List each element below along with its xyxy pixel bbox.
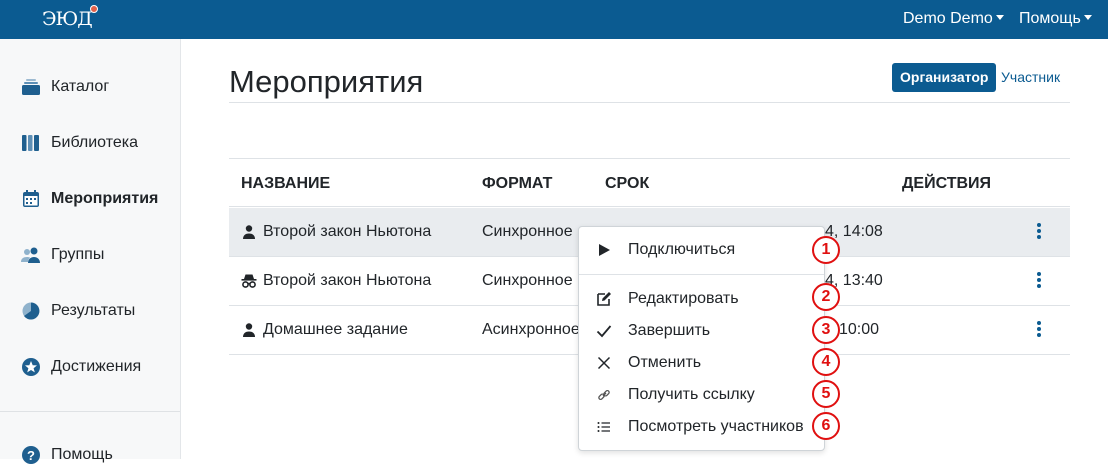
svg-text:?: ? — [27, 448, 35, 463]
event-format: Синхронное — [482, 272, 573, 289]
catalog-icon — [22, 79, 40, 95]
menu-item-cancel[interactable]: Отменить — [579, 348, 824, 378]
top-navbar: ЭЮД Demo Demo Помощь — [0, 0, 1108, 39]
help-menu[interactable]: Помощь — [1019, 10, 1092, 28]
logo-text: ЭЮД — [42, 8, 93, 30]
table-header: НАЗВАНИЕ ФОРМАТ СРОК ДЕЙСТВИЯ — [229, 158, 1070, 207]
person-icon — [243, 225, 255, 239]
sidebar-item-label: Достижения — [51, 358, 142, 375]
event-deadline: 10:00 — [839, 321, 880, 338]
sidebar-divider — [0, 411, 180, 412]
link-icon — [598, 389, 610, 401]
row-actions-menu-button[interactable] — [1029, 221, 1049, 243]
list-icon — [597, 422, 610, 432]
row-actions-dropdown: Подключиться Редактировать Завершить Отм… — [578, 226, 825, 451]
sidebar-item-results[interactable]: Результаты — [0, 291, 180, 331]
caret-down-icon — [1083, 15, 1092, 20]
column-header-format[interactable]: ФОРМАТ — [482, 175, 552, 193]
menu-item-edit[interactable]: Редактировать — [579, 284, 824, 314]
menu-item-label: Завершить — [628, 322, 711, 339]
sidebar-item-label: Помощь — [51, 446, 113, 463]
annotation-badge-5: 5 — [812, 380, 840, 408]
menu-item-finish[interactable]: Завершить — [579, 316, 824, 346]
play-icon — [599, 244, 610, 256]
library-icon — [22, 135, 39, 151]
edit-icon — [597, 292, 611, 306]
menu-item-label: Редактировать — [628, 290, 739, 307]
user-menu[interactable]: Demo Demo — [903, 10, 1004, 28]
annotation-badge-1: 1 — [812, 236, 840, 264]
sidebar-item-label: Библиотека — [51, 134, 138, 151]
sidebar-item-catalog[interactable]: Каталог — [0, 67, 180, 107]
menu-item-get-link[interactable]: Получить ссылку — [579, 380, 824, 410]
user-menu-label: Demo Demo — [903, 10, 993, 27]
logo-hat-icon — [90, 5, 98, 13]
organizer-role-button[interactable]: Организатор — [892, 63, 997, 92]
event-format: Асинхронное — [482, 321, 580, 338]
help-menu-label: Помощь — [1019, 10, 1081, 27]
title-divider — [229, 102, 1070, 103]
calendar-icon — [23, 190, 39, 207]
incognito-icon — [241, 274, 257, 288]
menu-item-connect[interactable]: Подключиться — [579, 235, 824, 265]
menu-item-view-participants[interactable]: Посмотреть участников — [579, 412, 824, 442]
annotation-badge-4: 4 — [812, 348, 840, 376]
caret-down-icon — [995, 15, 1004, 20]
event-name-cell: Второй закон Ньютона — [241, 223, 431, 241]
participant-role-button[interactable]: Участник — [993, 63, 1068, 92]
x-icon — [597, 356, 611, 370]
menu-item-label: Подключиться — [628, 241, 736, 258]
event-name: Второй закон Ньютона — [263, 272, 432, 289]
star-icon — [22, 358, 40, 376]
sidebar-item-library[interactable]: Библиотека — [0, 123, 180, 163]
users-icon — [21, 247, 40, 263]
sidebar-item-label: Мероприятия — [51, 190, 159, 207]
column-header-actions: ДЕЙСТВИЯ — [902, 175, 992, 192]
sidebar-item-achievements[interactable]: Достижения — [0, 347, 180, 387]
sidebar-item-events[interactable]: Мероприятия — [0, 179, 180, 219]
annotation-badge-3: 3 — [812, 316, 840, 344]
menu-item-label: Отменить — [628, 354, 702, 371]
event-format: Синхронное — [482, 223, 573, 240]
row-actions-menu-button[interactable] — [1029, 319, 1049, 341]
event-name-cell: Домашнее задание — [241, 321, 408, 339]
sidebar-item-groups[interactable]: Группы — [0, 235, 180, 275]
check-icon — [596, 325, 612, 338]
event-name: Домашнее задание — [263, 321, 408, 338]
sidebar-item-label: Результаты — [51, 302, 136, 319]
column-header-deadline[interactable]: СРОК — [605, 175, 649, 193]
event-name-cell: Второй закон Ньютона — [241, 272, 431, 290]
row-actions-menu-button[interactable] — [1029, 270, 1049, 292]
logo[interactable]: ЭЮД — [42, 5, 98, 32]
sidebar-item-label: Группы — [51, 246, 105, 263]
event-name: Второй закон Ньютона — [263, 223, 432, 240]
sidebar-item-label: Каталог — [51, 78, 110, 95]
menu-divider — [579, 274, 824, 275]
person-icon — [243, 323, 255, 337]
sidebar: Каталог Библиотека Мероприятия Группы Ре… — [0, 39, 181, 464]
question-icon: ? — [22, 446, 40, 464]
menu-item-label: Посмотреть участников — [628, 418, 804, 435]
pie-chart-icon — [22, 302, 40, 320]
page-title: Мероприятия — [229, 64, 424, 99]
annotation-badge-2: 2 — [812, 283, 840, 311]
menu-item-label: Получить ссылку — [628, 386, 755, 403]
sidebar-item-help[interactable]: ? Помощь — [0, 435, 180, 475]
annotation-badge-6: 6 — [812, 412, 840, 440]
column-header-name[interactable]: НАЗВАНИЕ — [241, 175, 330, 193]
